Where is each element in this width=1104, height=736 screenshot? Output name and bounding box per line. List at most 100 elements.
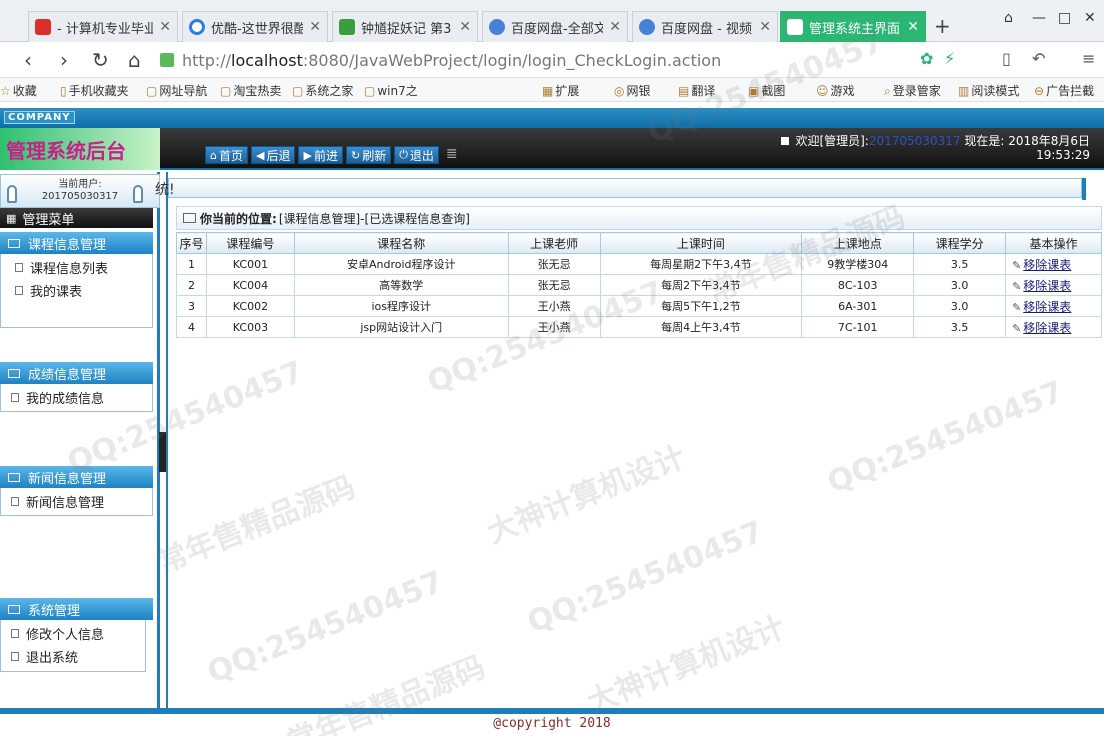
close-tab-icon[interactable]: ✕ (309, 19, 321, 35)
cell-credit: 3.0 (913, 274, 1007, 296)
bookmark-item[interactable]: ⌕ 登录管家 (884, 82, 941, 99)
close-window-icon[interactable]: ✕ (1084, 10, 1096, 26)
bookmark-item[interactable]: ▣ 截图 (748, 82, 785, 99)
maximize-icon[interactable]: □ (1058, 10, 1071, 26)
document-icon (15, 263, 23, 272)
cell-no: 1 (176, 253, 207, 275)
cell-action: ✎ 移除课表 (1005, 295, 1102, 317)
url-field[interactable]: http://localhost:8080/JavaWebProject/log… (160, 47, 950, 73)
back-button[interactable]: ◀ 后退 (251, 146, 296, 164)
home-icon[interactable]: ⌂ (128, 48, 141, 72)
menu-section-header[interactable]: 成绩信息管理 (0, 362, 153, 384)
url-path: :8080/JavaWebProject/login/login_CheckLo… (302, 50, 722, 70)
bookmark-item[interactable]: ▤ 翻译 (678, 82, 715, 99)
menu-item-my-grades[interactable]: 我的成绩信息 (1, 386, 152, 409)
tab-title: 百度网盘 - 视频 (661, 21, 752, 37)
menu-section-header[interactable]: 课程信息管理 (0, 232, 153, 254)
minimize-icon[interactable]: — (1032, 10, 1046, 26)
cell-code: KC003 (205, 316, 295, 338)
edit-pencil-icon: ✎ (1012, 321, 1022, 335)
folder-icon (8, 472, 20, 482)
remove-from-schedule-link[interactable]: 移除课表 (1023, 279, 1071, 293)
speed-icon[interactable]: ✿ (920, 49, 933, 68)
table-row: 2 KC004 高等数学 张无忌 每周2下午3,4节 8C-103 3.0 ✎ 移… (176, 274, 1102, 296)
remove-from-schedule-link[interactable]: 移除课表 (1023, 321, 1071, 335)
bookmark-item[interactable]: ▢ 淘宝热卖 (220, 82, 281, 99)
folder-icon (8, 368, 20, 378)
forward-icon[interactable]: › (60, 48, 68, 72)
more-icon[interactable]: ≣ (446, 146, 458, 164)
menu-section-header[interactable]: 系统管理 (0, 598, 153, 620)
document-icon (11, 497, 19, 506)
forward-button[interactable]: ▶ 前进 (298, 146, 343, 164)
edit-pencil-icon: ✎ (1012, 300, 1022, 314)
extension-icon: ▦ (542, 84, 554, 98)
bookmark-item[interactable]: ▯ 手机收藏夹 (60, 82, 129, 99)
bookmark-item[interactable]: ▦ 扩展 (542, 82, 579, 99)
search-icon: ⌕ (884, 84, 891, 98)
logout-button[interactable]: ⏻ 退出 (394, 146, 439, 164)
browser-tab[interactable]: 百度网盘-全部文 ✕ (482, 11, 628, 42)
app-page: COMPANY 管理系统后台 ⌂ 首页 ◀ 后退 ▶ 前进 ↻ 刷新 ⏻ 退出 ≣ 欢迎[… (0, 102, 1104, 736)
block-icon: ⊖ (1034, 84, 1045, 98)
cell-place: 8C-103 (801, 274, 915, 296)
browser-tab[interactable]: - 计算机专业毕业 ✕ (28, 11, 178, 42)
cell-no: 2 (176, 274, 207, 296)
cell-time: 每周2下午3,4节 (599, 274, 803, 296)
menu-item-course-list[interactable]: 课程信息列表 (1, 256, 152, 279)
cell-name: ios程序设计 (293, 295, 509, 317)
cell-teacher: 张无忌 (507, 274, 601, 296)
close-tab-icon[interactable]: ✕ (459, 19, 471, 35)
site-favicon-icon (339, 19, 355, 35)
menu-section-header[interactable]: 新闻信息管理 (0, 466, 153, 488)
close-tab-icon[interactable]: ✕ (907, 19, 919, 35)
menu-section-news: 新闻信息管理 新闻信息管理 (0, 466, 153, 516)
close-tab-icon[interactable]: ✕ (759, 19, 771, 35)
browser-tab[interactable]: 优酷-这世界很酷 ✕ (182, 11, 328, 42)
remove-from-schedule-link[interactable]: 移除课表 (1023, 300, 1071, 314)
welcome-user-id: 201705030317 (868, 134, 961, 148)
browser-tab-active[interactable]: 管理系统主界面 ✕ (780, 11, 926, 42)
skin-icon[interactable]: ⌂ (1004, 10, 1013, 26)
reload-icon[interactable]: ↻ (92, 48, 109, 72)
bookmark-item[interactable]: ◎ 网银 (614, 82, 651, 99)
new-tab-button[interactable]: + (934, 14, 951, 38)
lightning-icon[interactable]: ⚡ (944, 49, 955, 68)
bookmark-item[interactable]: ☺ 游戏 (816, 82, 855, 99)
remove-from-schedule-link[interactable]: 移除课表 (1023, 258, 1071, 272)
home-icon: ⌂ (210, 148, 217, 162)
menu-item-exit-system[interactable]: 退出系统 (1, 645, 145, 668)
url-scheme: http:// (182, 50, 232, 70)
menu-icon[interactable]: ≡ (1082, 49, 1095, 68)
column-header: 上课地点 (801, 232, 915, 254)
cell-action: ✎ 移除课表 (1005, 316, 1102, 338)
table-row: 4 KC003 jsp网站设计入门 王小燕 每周4上午3,4节 7C-101 3… (176, 316, 1102, 338)
bookmark-item[interactable]: ⊖ 广告拦截 (1034, 82, 1094, 99)
cell-place: 9教学楼304 (801, 253, 915, 275)
book-icon: ▥ (958, 84, 970, 98)
browser-tab[interactable]: 钟馗捉妖记 第3 ✕ (332, 11, 478, 42)
menu-item-news[interactable]: 新闻信息管理 (1, 490, 152, 513)
browser-tab-strip: - 计算机专业毕业 ✕ 优酷-这世界很酷 ✕ 钟馗捉妖记 第3 ✕ 百度网盘-全… (0, 0, 1104, 42)
browser-tab[interactable]: 百度网盘 - 视频 ✕ (632, 11, 778, 42)
refresh-button[interactable]: ↻ 刷新 (345, 146, 392, 164)
reader-icon[interactable]: ▯ (1002, 49, 1011, 68)
undo-icon[interactable]: ↶ (1032, 49, 1045, 68)
close-tab-icon[interactable]: ✕ (609, 19, 621, 35)
company-logo: COMPANY (4, 111, 75, 124)
bookmark-item[interactable]: ▢ win7之 (364, 82, 418, 99)
home-button[interactable]: ⌂ 首页 (205, 146, 248, 164)
grid-icon: ▦ (6, 211, 17, 225)
bookmark-item[interactable]: ▢ 网址导航 (146, 82, 207, 99)
cell-name: 安卓Android程序设计 (293, 253, 509, 275)
column-header: 课程名称 (293, 232, 509, 254)
column-header: 课程学分 (913, 232, 1007, 254)
bookmark-item[interactable]: ☆ 收藏 (0, 82, 37, 99)
bookmark-item[interactable]: ▢ 系统之家 (292, 82, 353, 99)
back-icon[interactable]: ‹ (24, 48, 32, 72)
menu-item-edit-profile[interactable]: 修改个人信息 (1, 622, 145, 645)
close-tab-icon[interactable]: ✕ (159, 19, 171, 35)
bookmark-item[interactable]: ▥ 阅读模式 (958, 82, 1019, 99)
menu-item-my-schedule[interactable]: 我的课表 (1, 279, 152, 302)
sidebar-collapse-handle[interactable] (159, 432, 166, 472)
